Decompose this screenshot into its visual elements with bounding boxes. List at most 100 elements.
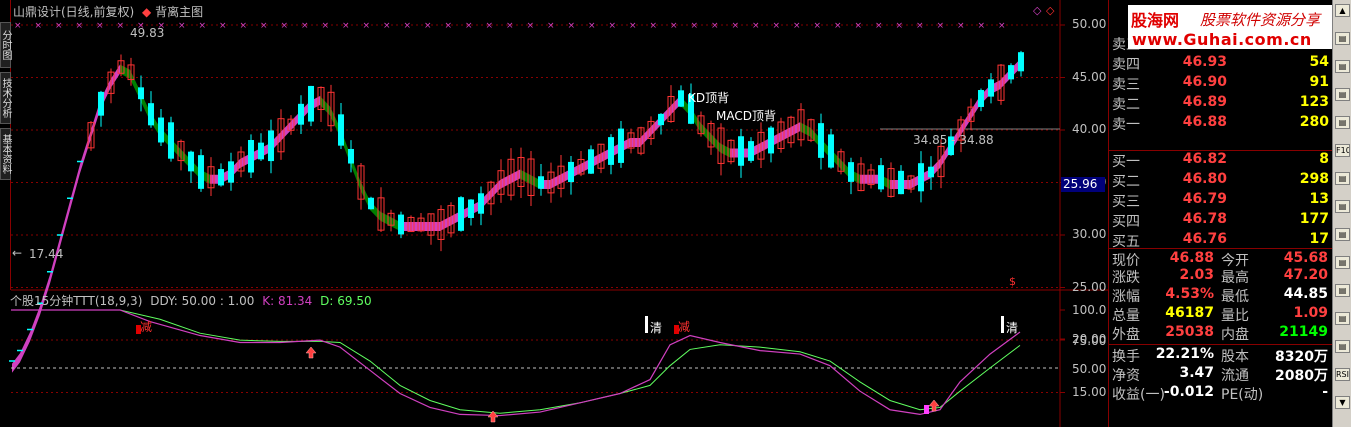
candle-body (748, 141, 754, 161)
signal-x-marker: × (629, 21, 637, 31)
signal-x-marker: × (896, 21, 904, 31)
stat-label: PE(动) (1221, 387, 1264, 403)
signal-x-marker: × (650, 21, 658, 31)
price-ytick: 40.00 (1072, 122, 1107, 136)
bid-row[interactable]: 买五 46.76 17 (1109, 230, 1333, 250)
order-label: 买四 (1112, 214, 1140, 230)
bid-row[interactable]: 买四 46.78 177 (1109, 210, 1333, 230)
stat-label: 内盘 (1221, 327, 1249, 343)
candle (9, 360, 15, 362)
main-kline-chart[interactable]: × × × × × × × × × × × × × × × × × × × × × × × × × × × × × × × × × × × × × × × ×… (0, 0, 1108, 427)
order-label: 卖四 (1112, 57, 1140, 73)
ask-row[interactable]: 卖二 46.89 123 (1109, 93, 1333, 113)
signal-x-marker: × (588, 21, 596, 31)
signal-x-marker: × (568, 21, 576, 31)
bid-row[interactable]: 买一 46.82 8 (1109, 150, 1333, 170)
tab-technical[interactable]: 技术分析 (0, 72, 11, 124)
order-label: 卖二 (1112, 97, 1140, 113)
chart-icon[interactable]: ▤ (1335, 60, 1350, 73)
low-arrow-icon: ← (12, 246, 23, 260)
stat-label: 外盘 (1112, 327, 1140, 343)
order-label: 卖三 (1112, 77, 1140, 93)
candle (27, 328, 33, 331)
buy-marker (924, 405, 929, 414)
signal-x-marker: × (240, 21, 248, 31)
stat-value: 22.21% (1155, 346, 1214, 362)
stock-title: 山鼎设计(日线,前复权) (13, 5, 135, 19)
bar3-icon[interactable]: ▤ (1335, 200, 1350, 213)
price-ytick: 30.00 (1072, 227, 1107, 241)
brand-url[interactable]: www.Guhai.com.cn (1132, 30, 1312, 49)
candle-body (898, 170, 904, 195)
left-sidebar: 分时图 技术分析 基本资料 (0, 0, 11, 290)
signal-x-marker: × (875, 21, 883, 31)
candle-body (1008, 65, 1014, 80)
stat-value: 1.09 (1293, 305, 1328, 321)
up-arrow-icon[interactable]: ▲ (1335, 4, 1350, 17)
stat-value: 4.53% (1165, 286, 1214, 302)
candle-body (918, 163, 924, 192)
stat-value: 47.20 (1283, 267, 1328, 283)
reduce-signal-2: 减 (678, 320, 691, 334)
sub-ytick-50: 50.00 (1072, 362, 1107, 376)
signal-x-marker: × (301, 21, 309, 31)
order-label: 买三 (1112, 194, 1140, 210)
order-label: 买一 (1112, 154, 1140, 170)
bar-icon[interactable]: ▤ (1335, 116, 1350, 129)
stat-value: 44.85 (1283, 286, 1328, 302)
candle-body (768, 127, 774, 154)
signal-x-marker: × (76, 21, 84, 31)
kline-icon[interactable]: ▤ (1335, 32, 1350, 45)
candle-body (568, 161, 574, 183)
price-ytick: 45.00 (1072, 69, 1107, 84)
tab-intraday[interactable]: 分时图 (0, 22, 11, 68)
signal-x-marker: × (14, 21, 22, 31)
diamond-icon[interactable]: ◇ (1033, 4, 1041, 17)
candle-body (588, 149, 594, 174)
diamond-icon-2[interactable]: ◇ (1046, 4, 1054, 17)
bar2-icon[interactable]: ▤ (1335, 172, 1350, 185)
order-price: 46.90 (1182, 74, 1227, 90)
signal-x-marker: × (998, 21, 1006, 31)
signal-x-marker: × (35, 21, 43, 31)
kd-divergence-label: KD顶背 (688, 91, 730, 105)
clear-signal-1: 清 (650, 321, 663, 335)
stat-label: 净资 (1112, 368, 1140, 384)
tab-fundamental[interactable]: 基本资料 (0, 128, 11, 180)
order-price: 46.79 (1182, 191, 1227, 207)
candle-body (828, 134, 834, 168)
line-icon[interactable]: ▤ (1335, 284, 1350, 297)
chart2-icon[interactable]: ▤ (1335, 256, 1350, 269)
down-arrow-icon[interactable]: ▼ (1335, 396, 1350, 409)
grid-icon[interactable]: ▤ (1335, 228, 1350, 241)
ask-row[interactable]: 卖一 46.88 280 (1109, 113, 1333, 133)
macd-divergence-label: MACD顶背 (716, 109, 776, 123)
stat-label: 换手 (1112, 349, 1140, 365)
f10-icon[interactable]: F10 (1335, 144, 1350, 157)
right-toolbar: ▲ ▤ ▤ ▤ ▤ F10 ▤ ▤ ▤ ▤ ▤ ▤ ▤ RSI ▼ (1332, 0, 1351, 427)
stat-value: 46187 (1165, 305, 1214, 321)
bid-row[interactable]: 买三 46.79 13 (1109, 190, 1333, 210)
ask-row[interactable]: 卖四 46.93 54 (1109, 53, 1333, 73)
rsi-icon[interactable]: RSI (1335, 368, 1350, 381)
order-volume: 13 (1309, 191, 1329, 207)
chart-area[interactable]: × × × × × × × × × × × × × × × × × × × × × × × × × × × × × × × × × × × × × × × ×… (0, 0, 1108, 427)
brand-banner[interactable]: 股海网 股票软件资源分享 www.Guhai.com.cn (1128, 5, 1350, 49)
bid-row[interactable]: 买二 46.80 298 (1109, 170, 1333, 190)
list-icon[interactable]: ▤ (1335, 88, 1350, 101)
candle-body (258, 142, 264, 160)
buy-arrow-icon (305, 346, 317, 359)
bar4-icon[interactable]: ▤ (1335, 340, 1350, 353)
candle-body (398, 214, 404, 235)
candle-body (338, 114, 344, 146)
signal-x-marker: × (793, 21, 801, 31)
chart3-icon[interactable]: ▤ (1335, 312, 1350, 325)
signal-x-marker: × (711, 21, 719, 31)
brand-slogan: 股票软件资源分享 (1200, 11, 1321, 29)
signal-x-marker: × (732, 21, 740, 31)
signal-x-marker: × (834, 21, 842, 31)
signal-x-marker: × (547, 21, 555, 31)
trend-band-segment (30, 306, 40, 342)
signal-x-marker: × (486, 21, 494, 31)
ask-row[interactable]: 卖三 46.90 91 (1109, 73, 1333, 93)
